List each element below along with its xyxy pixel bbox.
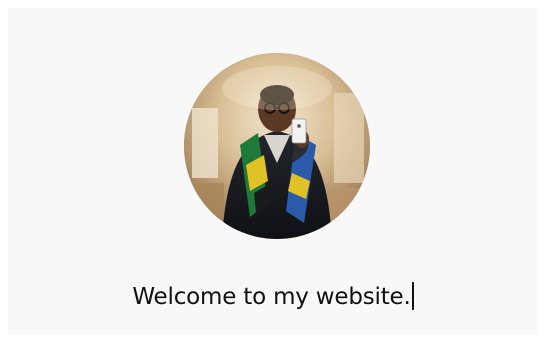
text-cursor [411,282,414,310]
welcome-heading-text: Welcome to my website. [132,284,411,310]
page: Welcome to my website. [0,0,546,343]
profile-photo-icon [184,53,370,239]
profile-avatar [184,53,370,239]
welcome-heading[interactable]: Welcome to my website. [0,282,546,310]
